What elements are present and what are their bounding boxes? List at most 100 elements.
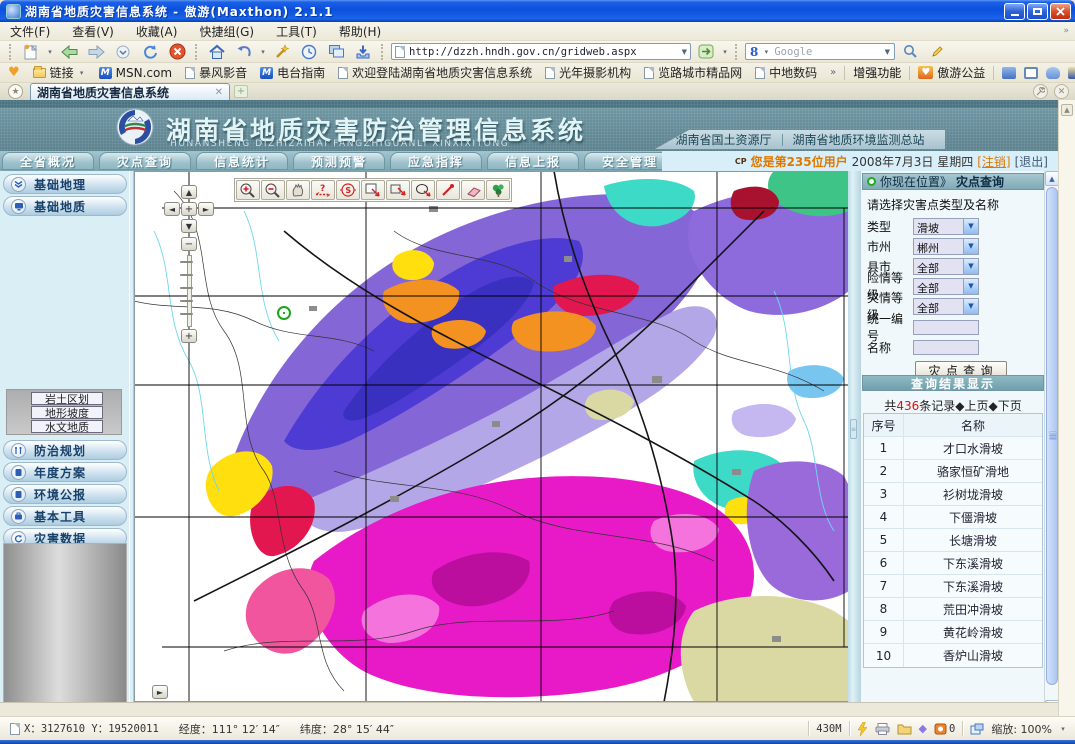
- download-button[interactable]: [351, 42, 375, 61]
- boost-lightning-icon[interactable]: [857, 722, 868, 736]
- go-dropdown-icon[interactable]: ▾: [721, 48, 729, 56]
- sidebar-item-basic-geography[interactable]: 基础地理: [3, 174, 127, 194]
- tab-close-icon[interactable]: ✕: [215, 87, 223, 98]
- damage-level-select[interactable]: 全部 ▼: [913, 298, 979, 315]
- address-url[interactable]: http://dzzh.hndh.gov.cn/gridweb.aspx: [409, 46, 637, 58]
- search-dropdown-icon[interactable]: ▼: [885, 48, 890, 56]
- close-button[interactable]: [1050, 3, 1071, 20]
- select-circle-button[interactable]: [411, 180, 435, 200]
- printer-icon[interactable]: [875, 723, 890, 735]
- maxthon-charity-link[interactable]: ♥ 傲游公益: [918, 64, 985, 81]
- layers-button[interactable]: [486, 180, 510, 200]
- table-row[interactable]: 3衫树垅滑坡: [864, 483, 1042, 506]
- favorites-heart-icon[interactable]: ♥: [8, 65, 20, 80]
- zoom-in-button[interactable]: [236, 180, 260, 200]
- highlight-button[interactable]: [925, 42, 949, 61]
- sub-item-terrain-slope[interactable]: 地形坡度: [31, 406, 103, 419]
- link-city-boutique[interactable]: 览路城市精品网: [644, 64, 742, 81]
- chevron-down-icon[interactable]: ▼: [963, 239, 978, 254]
- scrollbar-thumb[interactable]: [1046, 187, 1058, 685]
- active-tab[interactable]: 湖南省地质灾害信息系统 ✕: [30, 83, 230, 100]
- selected-point-marker[interactable]: [277, 306, 291, 320]
- nav-tab-statistics[interactable]: 信息统计: [196, 152, 288, 170]
- link-radio-guide[interactable]: M电台指南: [260, 64, 325, 81]
- nav-tab-info-report[interactable]: 信息上报: [487, 152, 579, 170]
- new-tab-dropdown-icon[interactable]: ▾: [46, 48, 54, 56]
- stop-button[interactable]: [165, 42, 189, 61]
- table-row[interactable]: 9黄花岭滑坡: [864, 621, 1042, 644]
- pan-button[interactable]: [286, 180, 310, 200]
- menu-help[interactable]: 帮助(H): [339, 23, 381, 40]
- table-row[interactable]: 6下东溪滑坡: [864, 552, 1042, 575]
- search-box[interactable]: 8 ▾ Google ▼: [745, 43, 895, 60]
- logout-link[interactable]: [注销]: [977, 153, 1010, 170]
- links-folder[interactable]: 链接 ▾: [33, 64, 86, 81]
- sidebar-item-basic-geology[interactable]: 基础地质: [3, 196, 127, 216]
- sidebar-item-environment-bulletin[interactable]: 环境公报: [3, 484, 127, 504]
- new-tab-plus-button[interactable]: +: [234, 85, 248, 98]
- next-page-link[interactable]: ◆下页: [988, 399, 1021, 413]
- risk-level-select[interactable]: 全部 ▼: [913, 278, 979, 295]
- zoom-out-button[interactable]: [261, 180, 285, 200]
- measure-distance-button[interactable]: ?: [311, 180, 335, 200]
- pan-right-button[interactable]: ►: [198, 202, 214, 216]
- zoom-out-slider-button[interactable]: −: [181, 237, 197, 251]
- nav-tab-emergency-command[interactable]: 应急指挥: [390, 152, 482, 170]
- menu-favorites[interactable]: 收藏(A): [136, 23, 178, 40]
- link-geo-env-station[interactable]: 湖南省地质环境监测总站: [793, 131, 925, 148]
- nav-tab-disaster-query[interactable]: 灾点查询: [99, 152, 191, 170]
- sidebar-item-basic-tools[interactable]: 基本工具: [3, 506, 127, 526]
- city-select[interactable]: 郴州 ▼: [913, 238, 979, 255]
- table-row[interactable]: 8荒田冲滑坡: [864, 598, 1042, 621]
- back-button[interactable]: [57, 42, 81, 61]
- center-map-button[interactable]: S: [336, 180, 360, 200]
- pan-up-button[interactable]: ▲: [181, 185, 197, 199]
- pan-left-button[interactable]: ◄: [164, 202, 180, 216]
- link-welcome-system[interactable]: 欢迎登陆湖南省地质灾害信息系统: [338, 64, 532, 81]
- menu-view[interactable]: 查看(V): [72, 23, 114, 40]
- scroll-up-button[interactable]: ▲: [1045, 171, 1059, 186]
- recenter-button[interactable]: +: [181, 202, 197, 216]
- sub-item-hydrogeology[interactable]: 水文地质: [31, 420, 103, 433]
- select-box-button[interactable]: [386, 180, 410, 200]
- chevron-down-icon[interactable]: ▼: [963, 259, 978, 274]
- magic-fill-button[interactable]: [270, 42, 294, 61]
- links-overflow-icon[interactable]: »: [830, 67, 836, 78]
- geological-map[interactable]: [134, 171, 849, 702]
- link-zhongdi[interactable]: 中地数码: [755, 64, 817, 81]
- undo-dropdown-icon[interactable]: ▾: [259, 48, 267, 56]
- table-row[interactable]: 4下僵滑坡: [864, 506, 1042, 529]
- map-scroll-right-button[interactable]: ►: [152, 685, 168, 699]
- table-row[interactable]: 7下东溪滑坡: [864, 575, 1042, 598]
- window-panel-icon[interactable]: [1024, 67, 1038, 79]
- zoom-slider-track[interactable]: [187, 255, 192, 327]
- snap-button[interactable]: [324, 42, 348, 61]
- menu-tools[interactable]: 工具(T): [276, 23, 317, 40]
- home-button[interactable]: [205, 42, 229, 61]
- name-input[interactable]: [913, 340, 979, 355]
- eraser-button[interactable]: [461, 180, 485, 200]
- enhance-features-link[interactable]: 增强功能: [853, 64, 901, 81]
- draw-line-button[interactable]: [436, 180, 460, 200]
- table-row[interactable]: 5长塘滑坡: [864, 529, 1042, 552]
- maximize-button[interactable]: [1027, 3, 1048, 20]
- nav-tab-forecast-warning[interactable]: 预测预警: [293, 152, 385, 170]
- link-msn[interactable]: MMSN.com: [99, 66, 172, 80]
- menu-groups[interactable]: 快捷组(G): [199, 23, 254, 40]
- nav-tab-overview[interactable]: 全省概况: [2, 152, 94, 170]
- menu-file[interactable]: 文件(F): [10, 23, 50, 40]
- tab-close-all-button[interactable]: ✕: [1054, 84, 1069, 99]
- sub-item-rock-soil-zoning[interactable]: 岩土区划: [31, 392, 103, 405]
- chevron-down-icon[interactable]: ▼: [963, 299, 978, 314]
- zoom-box-button[interactable]: [361, 180, 385, 200]
- splitter-handle-icon[interactable]: ≡: [850, 419, 857, 439]
- user-service-icon[interactable]: [1002, 67, 1016, 79]
- zoom-dropdown-icon[interactable]: ▾: [1059, 725, 1067, 733]
- link-land-resources-dept[interactable]: 湖南省国土资源厅: [675, 131, 771, 148]
- page-scrollbar[interactable]: ▲ ▼: [1044, 171, 1058, 716]
- gem-icon[interactable]: ◆: [919, 722, 927, 735]
- feed-icon[interactable]: [1068, 67, 1075, 79]
- address-bar[interactable]: http://dzzh.hndh.gov.cn/gridweb.aspx ▼: [391, 43, 691, 60]
- zoom-in-slider-button[interactable]: +: [181, 329, 197, 343]
- table-row[interactable]: 1才口水滑坡: [864, 437, 1042, 460]
